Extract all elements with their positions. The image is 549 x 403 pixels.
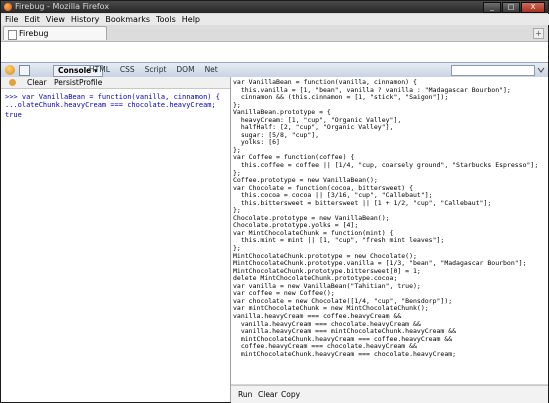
panel-tabs: HTML CSS Script DOM Net — [89, 65, 228, 75]
profile-button[interactable]: Profile — [79, 78, 102, 87]
tab-dom[interactable]: DOM — [176, 65, 194, 75]
tab-net[interactable]: Net — [205, 65, 218, 75]
code-line: this.bittersweet = bittersweet || [1 + 1… — [233, 198, 492, 207]
menu-help[interactable]: Help — [182, 14, 200, 25]
tab-strip: Firebug + — [1, 25, 548, 42]
console-output-pane: Clear Persist Profile >>> var VanillaBea… — [1, 77, 231, 402]
code-line: this.coffee = coffee || [1/4, "cup, coar… — [233, 161, 539, 170]
persist-button[interactable]: Persist — [54, 78, 79, 87]
close-button[interactable]: X — [521, 2, 545, 13]
new-tab-button[interactable]: + — [533, 28, 544, 39]
maximize-button[interactable]: □ — [502, 2, 520, 13]
page-icon — [8, 30, 17, 40]
menu-tools[interactable]: Tools — [156, 14, 176, 25]
search-input[interactable] — [451, 65, 535, 76]
page-content — [1, 42, 548, 62]
clear-editor-button[interactable]: Clear — [258, 390, 278, 399]
inspect-icon[interactable] — [19, 65, 30, 76]
firefox-logo-icon — [4, 3, 12, 11]
code-line: cinnamon && (this.cinnamon = [1, "stick"… — [233, 93, 449, 102]
console-toolbar: Clear Persist Profile — [1, 77, 230, 89]
menu-history[interactable]: History — [71, 14, 99, 25]
copy-button[interactable]: Copy — [281, 390, 300, 399]
console-command-line-1: >>> var VanillaBean = function(vanilla, … — [5, 93, 220, 101]
firebug-icon[interactable] — [5, 65, 15, 75]
run-button[interactable]: Run — [238, 390, 252, 399]
menu-bar: File Edit View History Bookmarks Tools H… — [1, 14, 549, 25]
command-editor[interactable]: var VanillaBean = function(vanilla, cinn… — [231, 77, 548, 384]
menu-file[interactable]: File — [5, 14, 18, 25]
clear-button[interactable]: Clear — [27, 78, 47, 87]
tab-css[interactable]: CSS — [120, 65, 135, 75]
code-line: mintChocolateChunk.heavyCream === chocol… — [233, 349, 457, 358]
code-line: yolks: [6] — [233, 138, 280, 147]
expand-icon[interactable] — [537, 66, 545, 74]
code-line: this.mint = mint || [1, "cup", "fresh mi… — [233, 236, 445, 245]
title-bar: Firebug - Mozilla Firefox _ □ X — [1, 1, 548, 13]
tab-firebug[interactable]: Firebug — [3, 26, 107, 40]
editor-actions: Run Clear Copy — [231, 385, 548, 403]
editor-code[interactable]: var VanillaBean = function(vanilla, cinn… — [233, 78, 539, 358]
window-controls: _ □ X — [483, 2, 545, 13]
console-icon — [9, 79, 16, 86]
console-command-line-2: ...olateChunk.heavyCream === chocolate.h… — [5, 101, 216, 109]
menu-view[interactable]: View — [46, 14, 65, 25]
minimize-button[interactable]: _ — [483, 2, 501, 13]
window-title: Firebug - Mozilla Firefox — [15, 2, 110, 11]
tab-html[interactable]: HTML — [89, 65, 110, 75]
menu-edit[interactable]: Edit — [24, 14, 40, 25]
tab-title: Firebug — [19, 29, 49, 38]
firefox-window: Firebug - Mozilla Firefox _ □ X File Edi… — [0, 0, 549, 403]
console-result: true — [5, 111, 22, 119]
firebug-toolbar: Console ▾ HTML CSS Script DOM Net — [1, 62, 548, 78]
menu-bookmarks[interactable]: Bookmarks — [105, 14, 150, 25]
tab-script[interactable]: Script — [145, 65, 167, 75]
